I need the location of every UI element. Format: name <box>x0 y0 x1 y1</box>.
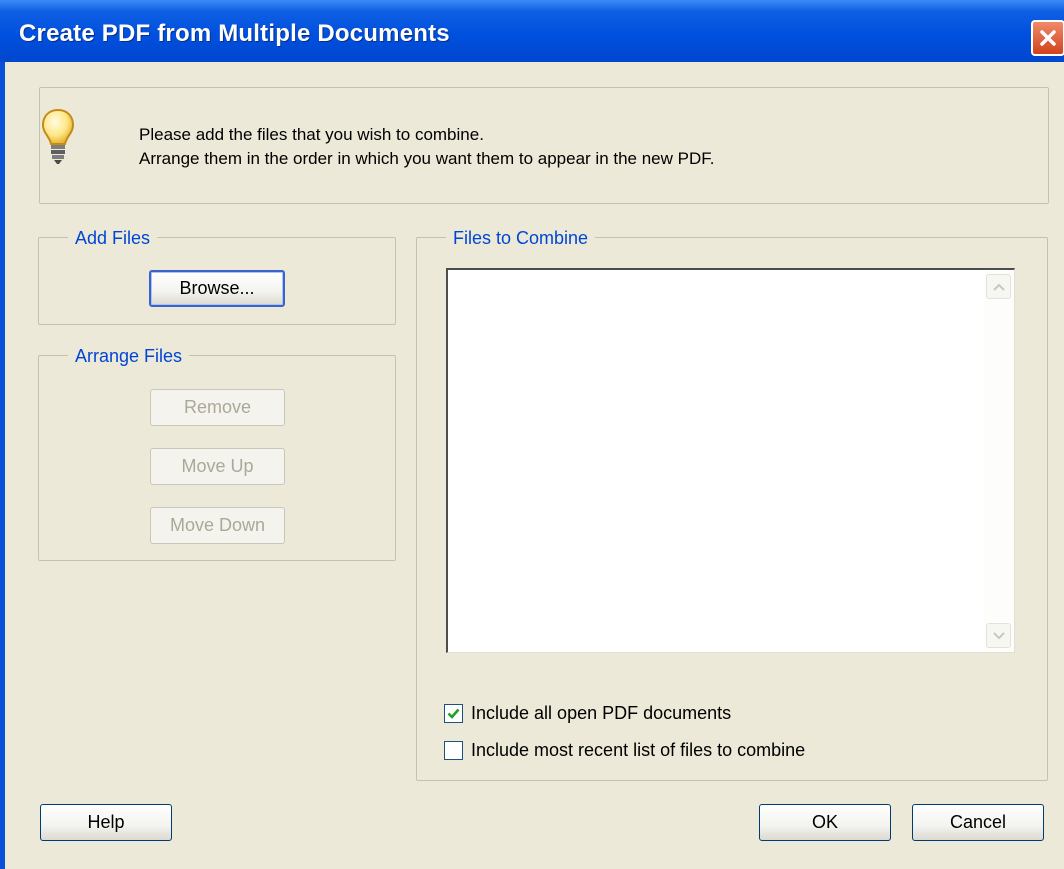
arrange-files-legend: Arrange Files <box>68 345 190 367</box>
info-line-1: Please add the files that you wish to co… <box>139 125 484 144</box>
include-recent-list-label[interactable]: Include most recent list of files to com… <box>471 740 805 761</box>
add-files-legend: Add Files <box>68 227 158 249</box>
info-text: Please add the files that you wish to co… <box>139 123 714 171</box>
title-bar[interactable]: Create PDF from Multiple Documents <box>0 0 1064 62</box>
scroll-up-arrow-icon <box>993 283 1005 291</box>
lightbulb-icon <box>41 108 75 164</box>
info-line-2: Arrange them in the order in which you w… <box>139 149 715 168</box>
cancel-button[interactable]: Cancel <box>912 804 1044 841</box>
scroll-down-button[interactable] <box>986 623 1011 648</box>
scroll-up-button[interactable] <box>986 274 1011 299</box>
ok-button[interactable]: OK <box>759 804 891 841</box>
dialog-window: Create PDF from Multiple Documents Pleas… <box>0 0 1064 869</box>
checkmark-icon <box>447 708 460 719</box>
remove-button[interactable]: Remove <box>150 389 285 426</box>
scroll-down-arrow-icon <box>993 632 1005 640</box>
close-icon <box>1040 30 1056 46</box>
include-open-pdfs-checkbox[interactable] <box>444 704 463 723</box>
files-listbox[interactable] <box>446 268 1015 653</box>
close-button[interactable] <box>1031 20 1064 56</box>
help-button[interactable]: Help <box>40 804 172 841</box>
window-title: Create PDF from Multiple Documents <box>19 20 450 47</box>
include-open-pdfs-label[interactable]: Include all open PDF documents <box>471 703 731 724</box>
move-down-button[interactable]: Move Down <box>150 507 285 544</box>
move-up-button[interactable]: Move Up <box>150 448 285 485</box>
browse-button[interactable]: Browse... <box>149 270 285 307</box>
dialog-body: Please add the files that you wish to co… <box>5 62 1064 869</box>
vertical-scrollbar[interactable] <box>984 270 1014 652</box>
include-recent-list-checkbox[interactable] <box>444 741 463 760</box>
files-to-combine-legend: Files to Combine <box>446 227 596 249</box>
